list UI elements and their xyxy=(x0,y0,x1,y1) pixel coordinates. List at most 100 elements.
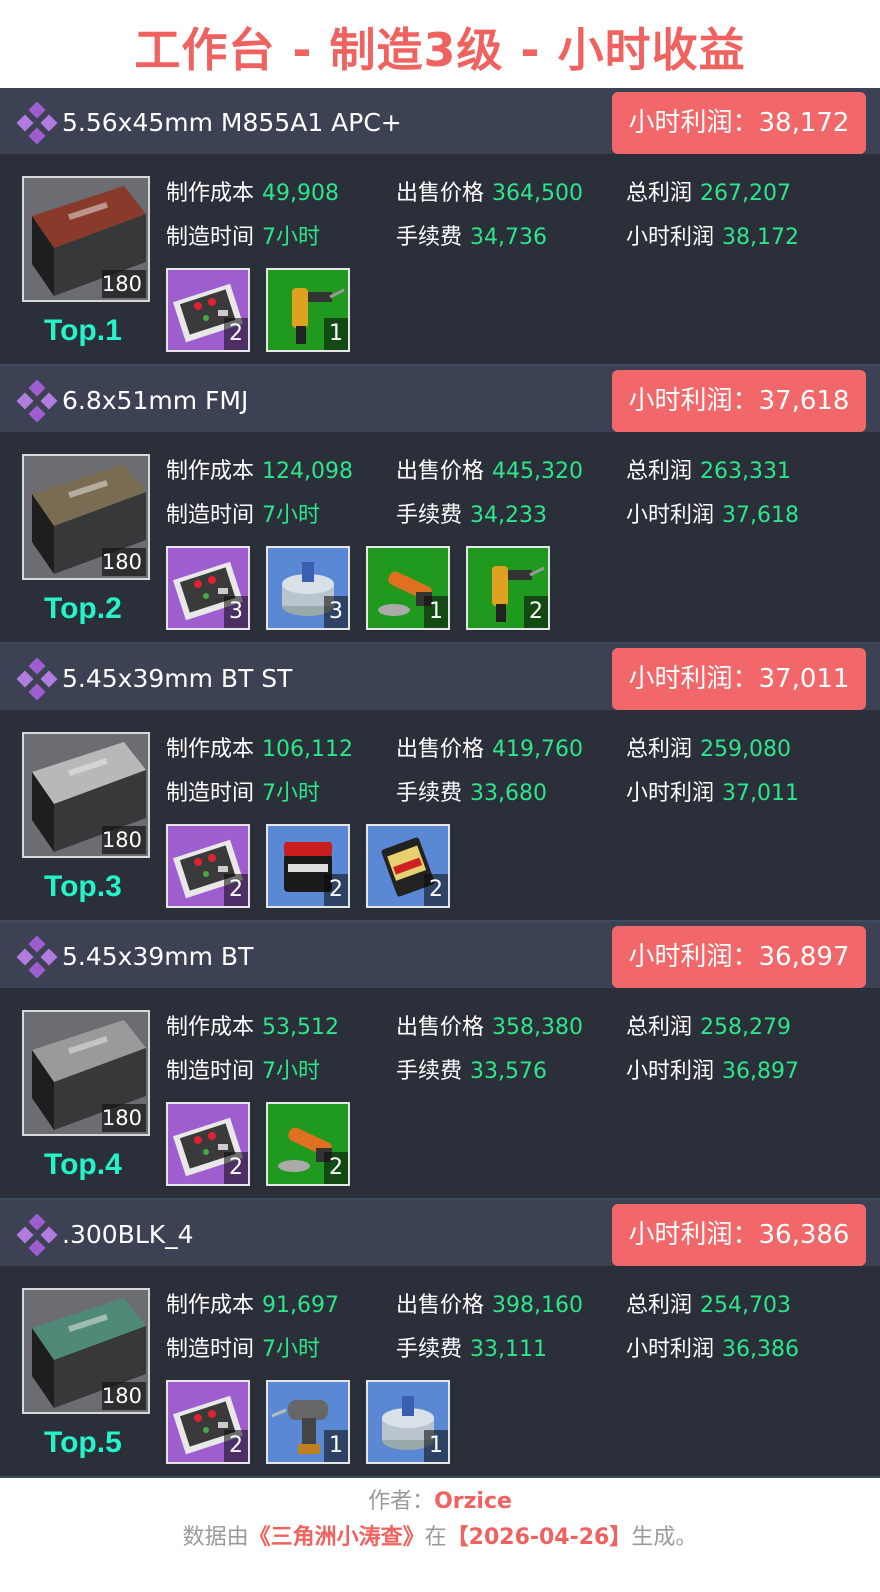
stat-fee: 手续费 33,680 xyxy=(396,776,547,812)
stat-label: 制造时间 xyxy=(166,1337,255,1362)
material-slot[interactable]: 3 xyxy=(266,546,350,630)
material-count: 2 xyxy=(224,1430,248,1462)
footer: 作者：Orzice 数据由《三角洲小涛查》在【2026-04-26】生成。 xyxy=(0,1484,880,1556)
stat-price: 出售价格 358,380 xyxy=(396,1010,583,1046)
item-name: .300BLK_4 xyxy=(62,1220,194,1249)
stat-label: 手续费 xyxy=(396,1337,463,1362)
stat-cost: 制作成本 91,697 xyxy=(166,1288,339,1324)
card-header: .300BLK_4 小时利润：36,386 xyxy=(0,1200,880,1266)
stack-count: 180 xyxy=(101,270,146,298)
material-count: 2 xyxy=(324,1152,348,1184)
stat-value: 106,112 xyxy=(262,737,353,762)
material-slot[interactable]: 2 xyxy=(166,268,250,352)
stat-label: 制造时间 xyxy=(166,781,255,806)
author-line: 作者：Orzice xyxy=(0,1484,880,1520)
stat-label: 出售价格 xyxy=(396,459,485,484)
material-slot[interactable]: 1 xyxy=(366,546,450,630)
material-slot[interactable]: 2 xyxy=(366,824,450,908)
stat-value: 7小时 xyxy=(262,503,321,528)
stat-value: 7小时 xyxy=(262,781,321,806)
stat-hourly: 小时利润 38,172 xyxy=(626,220,799,256)
material-slot[interactable]: 2 xyxy=(266,824,350,908)
stat-label: 制作成本 xyxy=(166,1293,255,1318)
page-title: 工作台 - 制造3级 - 小时收益 xyxy=(134,23,746,77)
recipe-card[interactable]: 5.45x39mm BT 小时利润：36,897 180 Top.4 制作成本 53,51… xyxy=(0,922,880,1200)
stat-hourly: 小时利润 36,386 xyxy=(626,1332,799,1368)
recipe-card[interactable]: 5.56x45mm M855A1 APC+ 小时利润：38,172 180 Top.1… xyxy=(0,88,880,366)
stat-label: 手续费 xyxy=(396,1059,463,1084)
stat-hourly: 小时利润 36,897 xyxy=(626,1054,799,1090)
material-count: 1 xyxy=(324,318,348,350)
stack-count: 180 xyxy=(101,1104,146,1132)
stat-fee: 手续费 34,736 xyxy=(396,220,547,256)
source-line: 数据由《三角洲小涛查》在【2026-04-26】生成。 xyxy=(0,1520,880,1556)
stat-time: 制造时间 7小时 xyxy=(166,498,320,534)
stat-label: 手续费 xyxy=(396,781,463,806)
stat-label: 出售价格 xyxy=(396,1293,485,1318)
item-name: 5.45x39mm BT xyxy=(62,942,254,971)
stat-value: 33,680 xyxy=(470,781,547,806)
stat-price: 出售价格 419,760 xyxy=(396,732,583,768)
material-slot[interactable]: 2 xyxy=(166,1380,250,1464)
recipe-card[interactable]: 6.8x51mm FMJ 小时利润：37,618 180 Top.2 制作成本 124,0… xyxy=(0,366,880,644)
stat-label: 总利润 xyxy=(626,1293,693,1318)
stat-value: 7小时 xyxy=(262,225,321,250)
ammo-box-image: 180 xyxy=(22,1288,150,1414)
stat-price: 出售价格 445,320 xyxy=(396,454,583,490)
stat-total: 总利润 263,331 xyxy=(626,454,791,490)
stat-label: 出售价格 xyxy=(396,737,485,762)
material-count: 2 xyxy=(524,596,548,628)
stat-value: 398,160 xyxy=(492,1293,583,1318)
material-slot[interactable]: 3 xyxy=(166,546,250,630)
material-slot[interactable]: 1 xyxy=(366,1380,450,1464)
stat-cost: 制作成本 124,098 xyxy=(166,454,353,490)
stat-label: 总利润 xyxy=(626,181,693,206)
material-count: 1 xyxy=(424,1430,448,1462)
material-slot[interactable]: 2 xyxy=(166,1102,250,1186)
recipe-card[interactable]: .300BLK_4 小时利润：36,386 180 Top.5 制作成本 91,697 出售… xyxy=(0,1200,880,1478)
card-header: 5.56x45mm M855A1 APC+ 小时利润：38,172 xyxy=(0,88,880,154)
ammo-box-image: 180 xyxy=(22,176,150,302)
material-count: 2 xyxy=(324,874,348,906)
stat-value: 33,576 xyxy=(470,1059,547,1084)
hourly-profit-badge: 小时利润：36,386 xyxy=(612,1204,866,1266)
stat-value: 37,011 xyxy=(722,781,799,806)
material-slot[interactable]: 1 xyxy=(266,268,350,352)
material-count: 3 xyxy=(324,596,348,628)
item-name: 6.8x51mm FMJ xyxy=(62,386,249,415)
recipe-card[interactable]: 5.45x39mm BT ST 小时利润：37,011 180 Top.3 制作成本 10… xyxy=(0,644,880,922)
stat-value: 263,331 xyxy=(700,459,791,484)
stack-count: 180 xyxy=(101,548,146,576)
rank-label: Top.2 xyxy=(44,592,122,625)
stat-value: 37,618 xyxy=(722,503,799,528)
stat-label: 小时利润 xyxy=(626,225,715,250)
stat-label: 出售价格 xyxy=(396,181,485,206)
stat-label: 出售价格 xyxy=(396,1015,485,1040)
material-slot[interactable]: 2 xyxy=(266,1102,350,1186)
material-slot[interactable]: 1 xyxy=(266,1380,350,1464)
stat-label: 总利润 xyxy=(626,459,693,484)
card-header: 6.8x51mm FMJ 小时利润：37,618 xyxy=(0,366,880,432)
stat-value: 36,897 xyxy=(722,1059,799,1084)
material-slot[interactable]: 2 xyxy=(466,546,550,630)
stat-hourly: 小时利润 37,011 xyxy=(626,776,799,812)
stat-time: 制造时间 7小时 xyxy=(166,1332,320,1368)
diamond-icon xyxy=(16,658,58,700)
stat-value: 124,098 xyxy=(262,459,353,484)
recipe-list: 5.56x45mm M855A1 APC+ 小时利润：38,172 180 Top.1… xyxy=(0,88,880,1478)
author-label: 作者： xyxy=(368,1489,435,1514)
author-name: Orzice xyxy=(434,1489,512,1514)
material-count: 2 xyxy=(224,874,248,906)
stat-hourly: 小时利润 37,618 xyxy=(626,498,799,534)
stat-value: 358,380 xyxy=(492,1015,583,1040)
ammo-box-image: 180 xyxy=(22,732,150,858)
material-slot[interactable]: 2 xyxy=(166,824,250,908)
stat-value: 254,703 xyxy=(700,1293,791,1318)
hourly-profit-badge: 小时利润：36,897 xyxy=(612,926,866,988)
stat-value: 33,111 xyxy=(470,1337,547,1362)
stat-value: 267,207 xyxy=(700,181,791,206)
material-count: 2 xyxy=(224,318,248,350)
stat-value: 7小时 xyxy=(262,1337,321,1362)
card-header: 5.45x39mm BT 小时利润：36,897 xyxy=(0,922,880,988)
stat-fee: 手续费 33,111 xyxy=(396,1332,547,1368)
